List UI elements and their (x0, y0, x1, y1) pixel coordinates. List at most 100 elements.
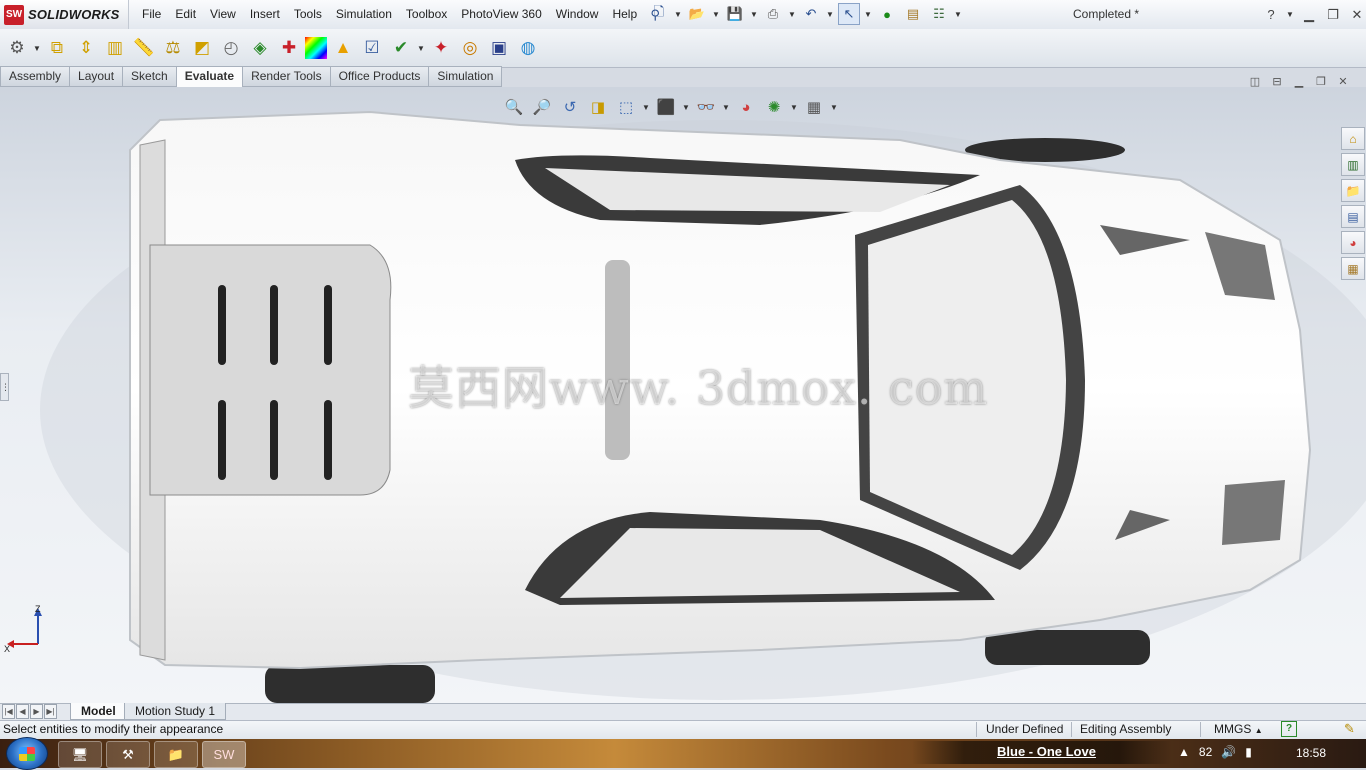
tab-render-tools[interactable]: Render Tools (242, 66, 331, 87)
hole-alignment-icon[interactable]: ▥ (102, 35, 128, 61)
menu-simulation[interactable]: Simulation (329, 0, 399, 29)
apply-scene-dropdown-icon[interactable]: ▼ (790, 103, 798, 112)
hide-show-items-icon[interactable]: 👓 (694, 96, 718, 118)
file-properties-icon[interactable]: ▤ (902, 3, 924, 25)
mass-properties-icon[interactable]: ⚖ (160, 35, 186, 61)
zebra-stripes-icon[interactable] (305, 37, 327, 59)
tab-model[interactable]: Model (70, 703, 127, 720)
minimize-icon[interactable]: ▁ (1300, 6, 1318, 24)
taskbar-app-solidworks-icon[interactable]: SW (202, 741, 246, 768)
appearances-scenes-icon[interactable]: ◕ (1341, 231, 1365, 254)
check-icon[interactable]: ☑ (359, 35, 385, 61)
menu-toolbox[interactable]: Toolbox (399, 0, 454, 29)
rebuild-pencil-icon[interactable]: ✎ (1344, 721, 1355, 737)
hide-show-dropdown-icon[interactable]: ▼ (722, 103, 730, 112)
view-orientation-icon[interactable]: ⬚ (614, 96, 638, 118)
new-document-icon[interactable]: 🗋 (648, 3, 670, 25)
viewport-minimize-icon[interactable]: ▁ (1292, 74, 1306, 88)
tab-simulation[interactable]: Simulation (428, 66, 503, 87)
edit-appearance-icon[interactable]: ◕ (734, 96, 758, 118)
view-settings-icon[interactable]: ▦ (802, 96, 826, 118)
undo-dropdown-icon[interactable]: ▼ (826, 10, 834, 19)
assembly-visualization-icon[interactable]: ◈ (247, 35, 273, 61)
apply-scene-icon[interactable]: ✺ (762, 96, 786, 118)
menu-photoview[interactable]: PhotoView 360 (454, 0, 549, 29)
open-folder-icon[interactable]: 📂 (686, 3, 708, 25)
solidworks-resources-icon[interactable]: ⌂ (1341, 127, 1365, 150)
help-dropdown-icon[interactable]: ▼ (1286, 10, 1294, 19)
undo-icon[interactable]: ↶ (800, 3, 822, 25)
save-icon[interactable]: 💾 (724, 3, 746, 25)
previous-view-icon[interactable]: ↺ (558, 96, 582, 118)
design-study-icon[interactable]: ⚙ (4, 35, 30, 61)
viewport-close-icon[interactable]: ✕ (1336, 74, 1350, 88)
start-button[interactable] (6, 737, 48, 770)
print-icon[interactable]: ⎙ (762, 3, 784, 25)
tab-layout[interactable]: Layout (69, 66, 124, 87)
zoom-to-area-icon[interactable]: 🔎 (530, 96, 554, 118)
new-dropdown-icon[interactable]: ▼ (674, 10, 682, 19)
menu-window[interactable]: Window (549, 0, 606, 29)
display-style-icon[interactable]: ⬛ (654, 96, 678, 118)
quick-tips-help-icon[interactable]: ? (1281, 721, 1297, 737)
taskbar-clock[interactable]: 18:58 (1296, 746, 1326, 760)
unit-system-selector[interactable]: MMGS ▲ (1214, 722, 1263, 736)
menu-file[interactable]: File (135, 0, 168, 29)
power-icon[interactable]: ▮ (1245, 745, 1252, 759)
menu-edit[interactable]: Edit (168, 0, 203, 29)
clearance-verification-icon[interactable]: ⇕ (73, 35, 99, 61)
curvature-icon[interactable]: ▲ (330, 35, 356, 61)
menu-view[interactable]: View (203, 0, 243, 29)
custom-properties-icon[interactable]: ▦ (1341, 257, 1365, 280)
tab-office-products[interactable]: Office Products (329, 66, 430, 87)
tile-horizontal-icon[interactable]: ⊟ (1270, 74, 1284, 88)
sensor-icon[interactable]: ◴ (218, 35, 244, 61)
options-icon[interactable]: ☷ (928, 3, 950, 25)
file-explorer-icon[interactable]: 📁 (1341, 179, 1365, 202)
restore-icon[interactable]: ❐ (1324, 6, 1342, 24)
last-tab-icon[interactable]: ▶| (44, 704, 57, 719)
volume-icon[interactable]: 🔊 (1221, 745, 1236, 759)
next-tab-icon[interactable]: ▶ (30, 704, 43, 719)
sustainability-icon[interactable]: ◍ (515, 35, 541, 61)
view-settings-dropdown-icon[interactable]: ▼ (830, 103, 838, 112)
previous-tab-icon[interactable]: ◀ (16, 704, 29, 719)
close-icon[interactable]: ✕ (1348, 6, 1366, 24)
rebuild-traffic-light-icon[interactable]: ● (876, 3, 898, 25)
taskbar-app-tool-icon[interactable]: ⚒ (106, 741, 150, 768)
interference-detection-icon[interactable]: ⧉ (44, 35, 70, 61)
tile-vertical-icon[interactable]: ◫ (1248, 74, 1262, 88)
viewport-restore-icon[interactable]: ❐ (1314, 74, 1328, 88)
measure-icon[interactable]: 📏 (131, 35, 157, 61)
section-view-icon[interactable]: ◨ (586, 96, 610, 118)
performance-evaluation-icon[interactable]: ✚ (276, 35, 302, 61)
menu-tools[interactable]: Tools (287, 0, 329, 29)
geometry-analysis-icon[interactable]: ✔ (388, 35, 414, 61)
print-dropdown-icon[interactable]: ▼ (788, 10, 796, 19)
view-orientation-dropdown-icon[interactable]: ▼ (642, 103, 650, 112)
section-properties-icon[interactable]: ◩ (189, 35, 215, 61)
select-cursor-icon[interactable]: ↖ (838, 3, 860, 25)
tab-sketch[interactable]: Sketch (122, 66, 177, 87)
tab-assembly[interactable]: Assembly (0, 66, 71, 87)
menu-help[interactable]: Help (605, 0, 644, 29)
geometry-analysis-dropdown-icon[interactable]: ▼ (417, 44, 425, 53)
first-tab-icon[interactable]: |◀ (2, 704, 15, 719)
tab-motion-study[interactable]: Motion Study 1 (124, 703, 227, 720)
help-icon[interactable]: ? (1262, 6, 1280, 24)
taskbar-app-computer-icon[interactable]: 🖥 (58, 741, 102, 768)
taskbar-app-explorer-icon[interactable]: 📁 (154, 741, 198, 768)
select-dropdown-icon[interactable]: ▼ (864, 10, 872, 19)
dfmxpress-icon[interactable]: ▣ (486, 35, 512, 61)
open-dropdown-icon[interactable]: ▼ (712, 10, 720, 19)
design-library-icon[interactable]: ▥ (1341, 153, 1365, 176)
display-style-dropdown-icon[interactable]: ▼ (682, 103, 690, 112)
show-hidden-icons-icon[interactable]: ▲ (1178, 745, 1190, 759)
feature-manager-collapse-handle[interactable]: ⋮ (0, 373, 10, 401)
options-dropdown-icon[interactable]: ▼ (954, 10, 962, 19)
zoom-to-fit-icon[interactable]: 🔍 (502, 96, 526, 118)
tab-evaluate[interactable]: Evaluate (175, 66, 244, 88)
menu-insert[interactable]: Insert (243, 0, 287, 29)
now-playing-link[interactable]: Blue - One Love (997, 744, 1096, 759)
save-dropdown-icon[interactable]: ▼ (750, 10, 758, 19)
